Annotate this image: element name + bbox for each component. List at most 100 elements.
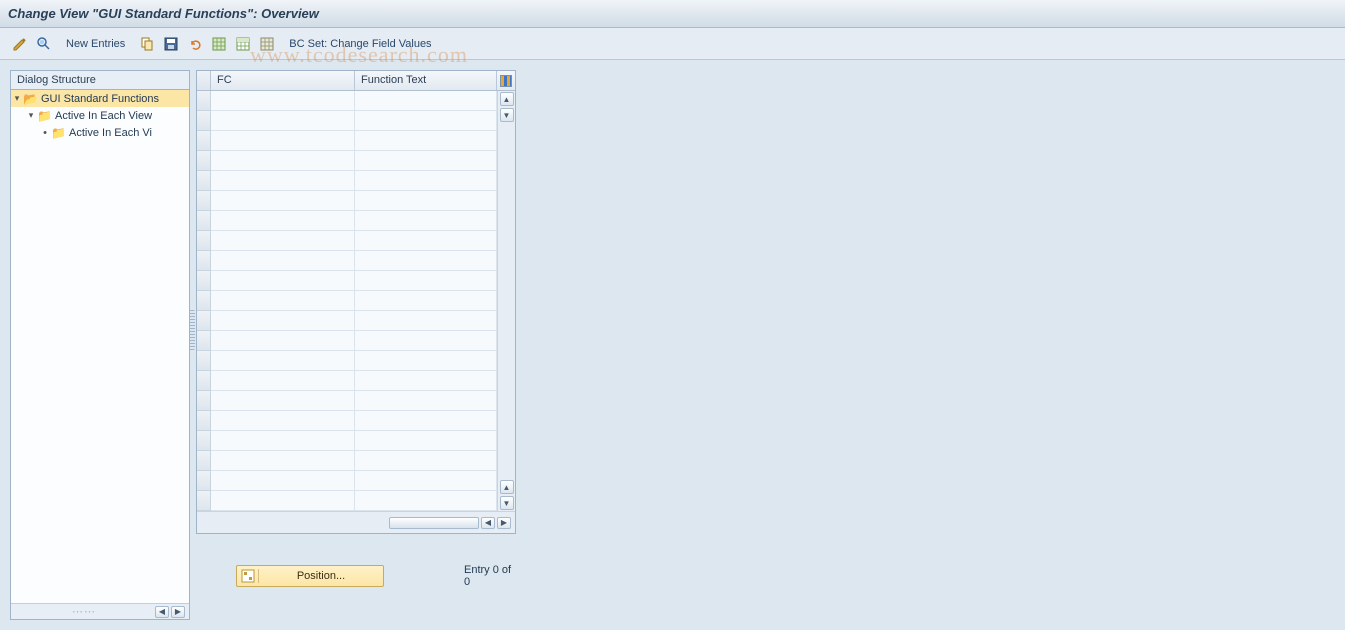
row-selector[interactable]: [197, 231, 210, 251]
row-selector[interactable]: [197, 331, 210, 351]
table-row[interactable]: [211, 211, 497, 231]
cell-fc[interactable]: [211, 211, 355, 230]
tree-node-active-view-child[interactable]: • 📁 Active In Each Vi: [11, 124, 189, 141]
scroll-right-icon[interactable]: ▶: [171, 606, 185, 618]
tree-hscroll[interactable]: ⋯⋯ ◀ ▶: [11, 603, 189, 619]
cell-fc[interactable]: [211, 171, 355, 190]
cell-ftext[interactable]: [355, 271, 497, 290]
row-selector[interactable]: [197, 271, 210, 291]
cell-fc[interactable]: [211, 331, 355, 350]
table-row[interactable]: [211, 171, 497, 191]
find-icon[interactable]: [34, 34, 54, 54]
cell-ftext[interactable]: [355, 191, 497, 210]
cell-ftext[interactable]: [355, 351, 497, 370]
cell-fc[interactable]: [211, 271, 355, 290]
cell-fc[interactable]: [211, 351, 355, 370]
column-header-function-text[interactable]: Function Text: [355, 71, 497, 90]
row-selector[interactable]: [197, 291, 210, 311]
table-row[interactable]: [211, 231, 497, 251]
row-selector[interactable]: [197, 471, 210, 491]
cell-fc[interactable]: [211, 151, 355, 170]
table-row[interactable]: [211, 111, 497, 131]
cell-ftext[interactable]: [355, 91, 497, 110]
configure-icon[interactable]: [257, 34, 277, 54]
table-row[interactable]: [211, 471, 497, 491]
tree-node-active-view[interactable]: ▾ 📁 Active In Each View: [11, 107, 189, 124]
row-selector[interactable]: [197, 91, 210, 111]
toggle-edit-icon[interactable]: [10, 34, 30, 54]
table-row[interactable]: [211, 331, 497, 351]
undo-icon[interactable]: [185, 34, 205, 54]
scroll-left-icon[interactable]: ◀: [155, 606, 169, 618]
cell-ftext[interactable]: [355, 471, 497, 490]
cell-ftext[interactable]: [355, 231, 497, 250]
table-row[interactable]: [211, 311, 497, 331]
cell-ftext[interactable]: [355, 291, 497, 310]
cell-fc[interactable]: [211, 231, 355, 250]
table-row[interactable]: [211, 451, 497, 471]
cell-ftext[interactable]: [355, 311, 497, 330]
cell-fc[interactable]: [211, 131, 355, 150]
cell-fc[interactable]: [211, 251, 355, 270]
row-selector[interactable]: [197, 351, 210, 371]
cell-ftext[interactable]: [355, 451, 497, 470]
table-row[interactable]: [211, 91, 497, 111]
scroll-right-icon[interactable]: ▶: [497, 517, 511, 529]
tree-collapse-icon[interactable]: ▾: [11, 93, 23, 104]
row-selector[interactable]: [197, 491, 210, 511]
new-entries-button[interactable]: New Entries: [58, 38, 133, 50]
cell-fc[interactable]: [211, 431, 355, 450]
cell-ftext[interactable]: [355, 211, 497, 230]
table-row[interactable]: [211, 291, 497, 311]
row-selector[interactable]: [197, 171, 210, 191]
row-selector[interactable]: [197, 251, 210, 271]
row-selector[interactable]: [197, 151, 210, 171]
tree-collapse-icon[interactable]: ▾: [25, 110, 37, 121]
cell-fc[interactable]: [211, 451, 355, 470]
row-selector-header[interactable]: [197, 71, 211, 90]
cell-fc[interactable]: [211, 371, 355, 390]
row-selector[interactable]: [197, 451, 210, 471]
table-row[interactable]: [211, 491, 497, 511]
table-settings-icon[interactable]: [497, 71, 515, 90]
row-selector[interactable]: [197, 131, 210, 151]
row-selector[interactable]: [197, 411, 210, 431]
column-header-fc[interactable]: FC: [211, 71, 355, 90]
cell-ftext[interactable]: [355, 251, 497, 270]
scroll-up-icon[interactable]: ▲: [500, 480, 514, 494]
cell-fc[interactable]: [211, 411, 355, 430]
deselect-all-icon[interactable]: [233, 34, 253, 54]
row-selector[interactable]: [197, 311, 210, 331]
table-row[interactable]: [211, 131, 497, 151]
cell-fc[interactable]: [211, 191, 355, 210]
grid-vertical-scrollbar[interactable]: ▲ ▼ ▲ ▼: [497, 91, 515, 511]
cell-ftext[interactable]: [355, 391, 497, 410]
cell-fc[interactable]: [211, 111, 355, 130]
table-row[interactable]: [211, 151, 497, 171]
scroll-down-icon[interactable]: ▼: [500, 496, 514, 510]
row-selector[interactable]: [197, 111, 210, 131]
cell-ftext[interactable]: [355, 371, 497, 390]
table-row[interactable]: [211, 191, 497, 211]
cell-fc[interactable]: [211, 471, 355, 490]
splitter-handle[interactable]: [189, 310, 195, 350]
table-row[interactable]: [211, 391, 497, 411]
cell-fc[interactable]: [211, 311, 355, 330]
row-selector[interactable]: [197, 391, 210, 411]
table-row[interactable]: [211, 251, 497, 271]
row-selector[interactable]: [197, 371, 210, 391]
tree-node-gui-std-functions[interactable]: ▾ 📂 GUI Standard Functions: [11, 90, 189, 107]
cell-ftext[interactable]: [355, 151, 497, 170]
scroll-down-icon[interactable]: ▼: [500, 108, 514, 122]
cell-ftext[interactable]: [355, 411, 497, 430]
cell-fc[interactable]: [211, 291, 355, 310]
bc-set-button[interactable]: BC Set: Change Field Values: [281, 38, 439, 50]
table-row[interactable]: [211, 411, 497, 431]
scroll-thumb[interactable]: [389, 517, 479, 529]
table-row[interactable]: [211, 371, 497, 391]
cell-fc[interactable]: [211, 491, 355, 510]
table-row[interactable]: [211, 271, 497, 291]
cell-fc[interactable]: [211, 391, 355, 410]
save-icon[interactable]: [161, 34, 181, 54]
cell-ftext[interactable]: [355, 331, 497, 350]
